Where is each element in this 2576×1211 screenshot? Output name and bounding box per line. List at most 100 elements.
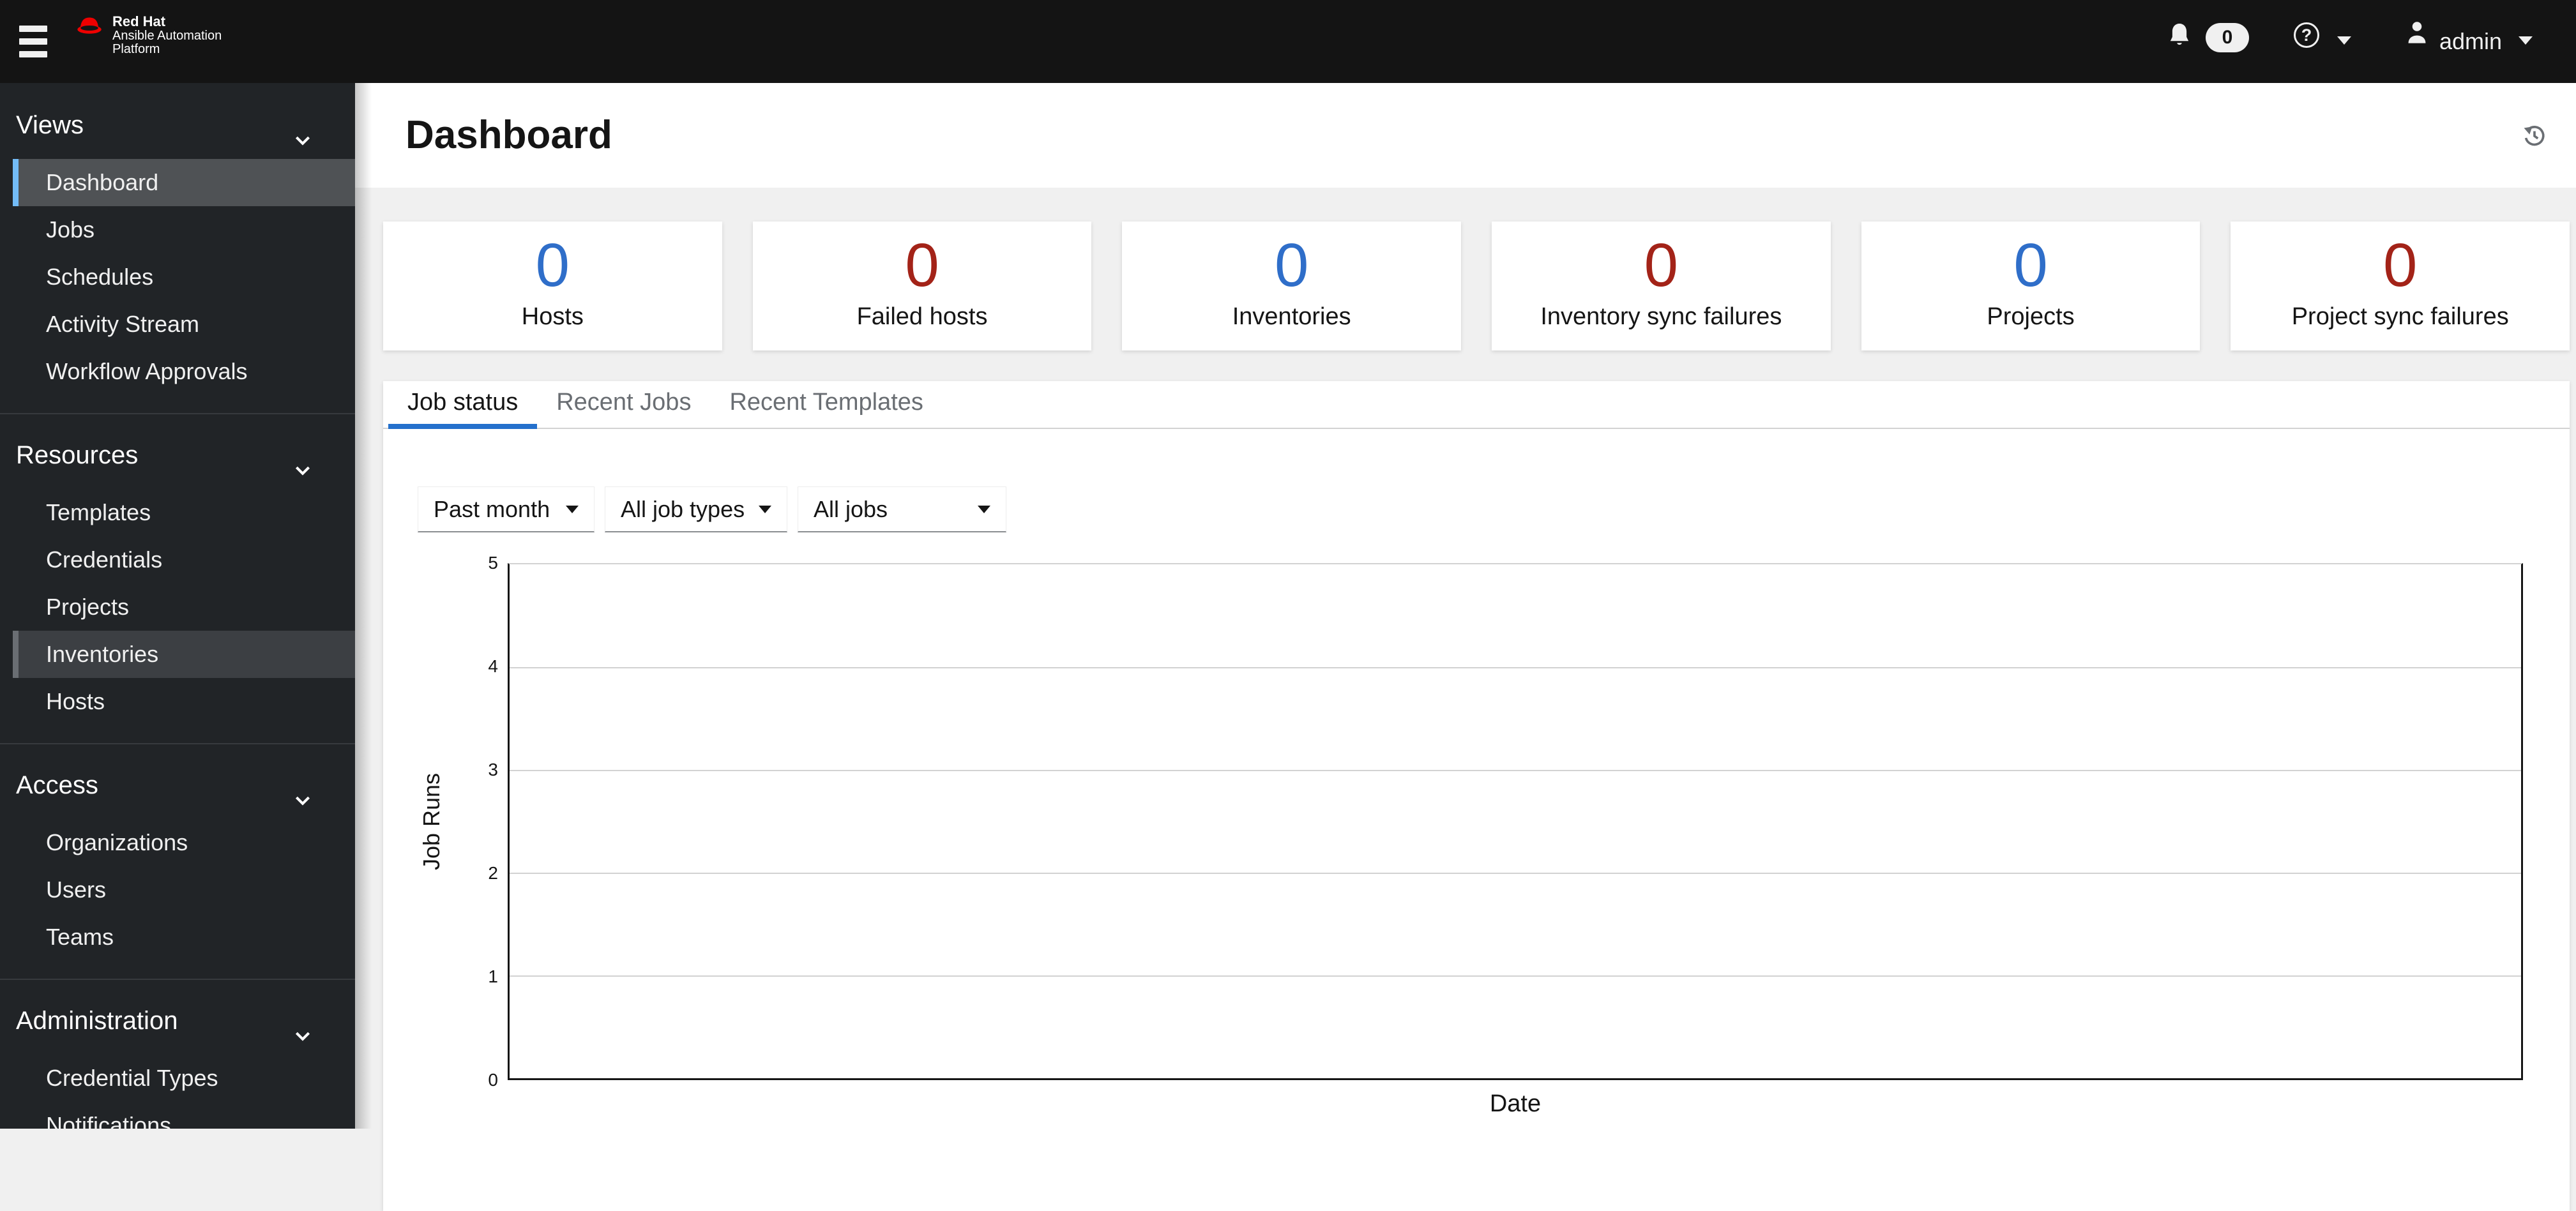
user-name[interactable]: admin <box>2439 0 2502 83</box>
period-select[interactable]: Past month <box>418 486 595 532</box>
stat-label: Hosts <box>521 303 584 330</box>
user-menu-button[interactable] <box>2405 18 2429 50</box>
stat-card-projects: 0 Projects <box>1861 222 2201 350</box>
stat-card-inventories: 0 Inventories <box>1122 222 1462 350</box>
nav-section-views: Views Dashboard Jobs Schedules Activity … <box>0 83 355 414</box>
stat-label: Inventory sync failures <box>1540 303 1782 330</box>
masthead: Red Hat Ansible Automation Platform 0 ? … <box>0 0 2576 83</box>
stat-card-project-sync-failures: 0 Project sync failures <box>2231 222 2570 350</box>
redhat-fedora-icon <box>75 14 103 56</box>
failed-hosts-count-link[interactable]: 0 <box>905 232 939 299</box>
user-menu-toggle[interactable] <box>2519 36 2533 45</box>
chart-plot-area <box>508 563 2523 1080</box>
job-select[interactable]: All jobs <box>798 486 1006 532</box>
notification-count-badge[interactable]: 0 <box>2206 23 2249 52</box>
help-menu-toggle[interactable] <box>2337 36 2351 45</box>
gridline <box>510 770 2521 771</box>
inventory-sync-failures-count-link[interactable]: 0 <box>1644 232 1678 299</box>
sidebar-item-workflow-approvals[interactable]: Workflow Approvals <box>0 348 355 395</box>
sidebar-nav: Views Dashboard Jobs Schedules Activity … <box>0 83 355 1129</box>
nav-section-access: Access Organizations Users Teams <box>0 744 355 980</box>
nav-group-label: Administration <box>16 1007 178 1035</box>
gridline <box>510 975 2521 977</box>
stat-label: Projects <box>1987 303 2075 330</box>
project-sync-failures-count-link[interactable]: 0 <box>2383 232 2417 299</box>
gridline <box>510 873 2521 874</box>
stat-label: Inventories <box>1232 303 1351 330</box>
y-tick: 3 <box>488 760 498 779</box>
question-mark-icon: ? <box>2301 25 2312 45</box>
sidebar-item-credential-types[interactable]: Credential Types <box>0 1055 355 1102</box>
nav-section-administration: Administration Credential Types Notifica… <box>0 980 355 1129</box>
brand-line-1: Red Hat <box>112 13 166 29</box>
dashboard-stat-cards: 0 Hosts 0 Failed hosts 0 Inventories 0 I… <box>383 222 2570 350</box>
y-tick: 5 <box>488 553 498 573</box>
brand-text: Red Hat Ansible Automation Platform <box>112 14 222 56</box>
sidebar-item-organizations[interactable]: Organizations <box>0 819 355 866</box>
help-button[interactable]: ? <box>2294 22 2319 48</box>
stat-card-hosts: 0 Hosts <box>383 222 722 350</box>
caret-down-icon <box>759 505 771 513</box>
hamburger-bar <box>19 26 47 32</box>
brand-line-3: Platform <box>112 42 160 56</box>
history-icon[interactable] <box>2521 122 2548 149</box>
projects-count-link[interactable]: 0 <box>2013 232 2047 299</box>
brand-line-2: Ansible Automation <box>112 29 222 43</box>
chart-x-axis-label: Date <box>1489 1090 1542 1117</box>
y-tick: 1 <box>488 967 498 986</box>
nav-group-toggle-administration[interactable]: Administration <box>0 1002 355 1041</box>
job-type-select[interactable]: All job types <box>605 486 787 532</box>
chevron-down-icon <box>2337 36 2351 45</box>
notification-count: 0 <box>2222 27 2233 48</box>
nav-group-label: Views <box>16 111 84 139</box>
sidebar-item-inventories[interactable]: Inventories <box>13 631 355 678</box>
notifications-button[interactable] <box>2165 19 2194 54</box>
sidebar-item-hosts[interactable]: Hosts <box>0 678 355 725</box>
job-select-value: All jobs <box>814 495 888 522</box>
chart-y-axis-label: Job Runs <box>418 772 444 871</box>
user-icon <box>2405 22 2429 50</box>
chevron-down-icon <box>295 449 310 487</box>
sidebar-item-schedules[interactable]: Schedules <box>0 253 355 301</box>
job-type-select-value: All job types <box>621 495 745 522</box>
stat-label: Failed hosts <box>856 303 988 330</box>
sidebar-item-users[interactable]: Users <box>0 866 355 914</box>
hamburger-bar <box>19 38 47 45</box>
sidebar-item-templates[interactable]: Templates <box>0 489 355 536</box>
stat-card-failed-hosts: 0 Failed hosts <box>752 222 1092 350</box>
bell-icon <box>2165 23 2194 54</box>
nav-toggle-hamburger-icon[interactable] <box>19 26 47 64</box>
period-select-value: Past month <box>434 495 550 522</box>
sidebar-item-teams[interactable]: Teams <box>0 914 355 961</box>
gridline <box>510 667 2521 668</box>
tab-recent-templates[interactable]: Recent Templates <box>710 381 942 429</box>
nav-section-resources: Resources Templates Credentials Projects… <box>0 414 355 744</box>
nav-items-administration: Credential Types Notifications <box>0 1055 355 1129</box>
nav-group-label: Resources <box>16 441 139 469</box>
sidebar-item-dashboard[interactable]: Dashboard <box>13 159 355 206</box>
tab-job-status[interactable]: Job status <box>388 381 538 429</box>
nav-group-toggle-views[interactable]: Views <box>0 106 355 146</box>
nav-group-toggle-resources[interactable]: Resources <box>0 436 355 476</box>
tab-recent-jobs[interactable]: Recent Jobs <box>537 381 710 429</box>
chevron-down-icon <box>295 119 310 157</box>
sidebar-item-activity-stream[interactable]: Activity Stream <box>0 301 355 348</box>
sidebar-item-notifications[interactable]: Notifications <box>0 1102 355 1129</box>
dashboard-tabs: Job status Recent Jobs Recent Templates <box>383 381 2570 429</box>
inventories-count-link[interactable]: 0 <box>1275 232 1308 299</box>
chevron-down-icon <box>295 779 310 817</box>
dashboard-graph-card: Job status Recent Jobs Recent Templates … <box>383 381 2570 1211</box>
brand-logo[interactable]: Red Hat Ansible Automation Platform <box>75 14 222 56</box>
chevron-down-icon <box>2519 36 2533 45</box>
caret-down-icon <box>566 505 579 513</box>
sidebar-item-jobs[interactable]: Jobs <box>0 206 355 253</box>
sidebar-item-projects[interactable]: Projects <box>0 583 355 631</box>
stat-label: Project sync failures <box>2291 303 2509 330</box>
hosts-count-link[interactable]: 0 <box>536 232 570 299</box>
page-title: Dashboard <box>405 113 612 157</box>
sidebar-item-credentials[interactable]: Credentials <box>0 536 355 583</box>
y-tick: 0 <box>488 1070 498 1090</box>
nav-items-views: Dashboard Jobs Schedules Activity Stream… <box>0 159 355 395</box>
nav-group-toggle-access[interactable]: Access <box>0 766 355 806</box>
hamburger-bar <box>19 51 47 57</box>
